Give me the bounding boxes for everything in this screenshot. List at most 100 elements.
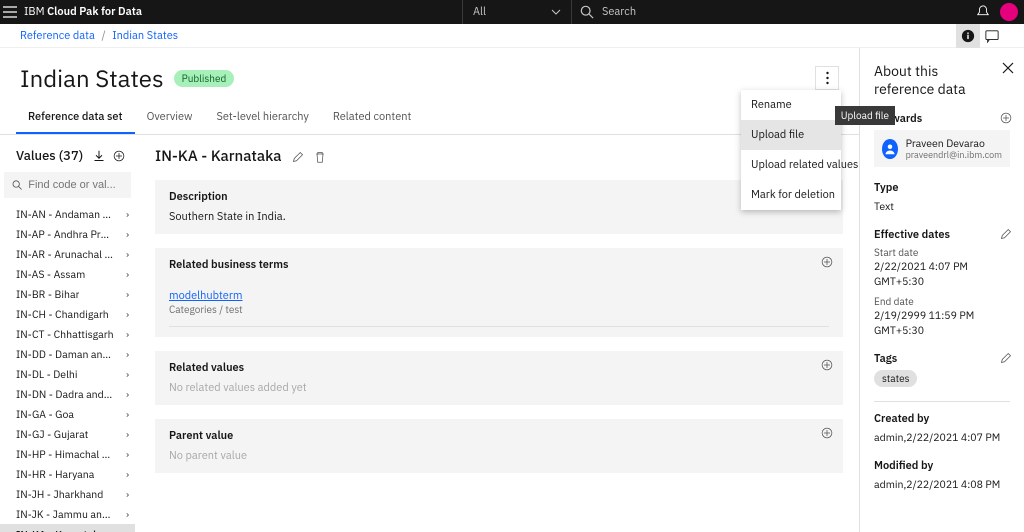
chevron-right-icon: › xyxy=(126,488,129,501)
global-search[interactable]: Search xyxy=(580,5,636,19)
tab-related-content[interactable]: Related content xyxy=(321,102,423,134)
menu-upload-file[interactable]: Upload file xyxy=(741,120,841,150)
chevron-right-icon: › xyxy=(126,368,129,381)
steward-name: Praveen Devarao xyxy=(906,136,1002,150)
chevron-right-icon: › xyxy=(126,288,129,301)
value-row[interactable]: IN-CT - Chhattisgarh › xyxy=(0,324,135,344)
value-row[interactable]: IN-AP - Andhra Prade... › xyxy=(0,224,135,244)
chevron-right-icon: › xyxy=(126,328,129,341)
type-label: Type xyxy=(874,181,1010,195)
overflow-menu-button[interactable] xyxy=(815,66,839,90)
value-row[interactable]: IN-GA - Goa› xyxy=(0,404,135,424)
effective-dates-label: Effective dates xyxy=(874,228,1010,242)
tab-overview[interactable]: Overview xyxy=(135,102,205,134)
notifications-icon[interactable] xyxy=(976,5,990,19)
delete-icon[interactable] xyxy=(314,151,326,163)
breadcrumb: Reference data / Indian States xyxy=(20,29,178,43)
breadcrumb-current[interactable]: Indian States xyxy=(112,29,178,43)
chevron-right-icon: › xyxy=(126,268,129,281)
value-row[interactable]: IN-GJ - Gujarat› xyxy=(0,424,135,444)
value-row-label: IN-CT - Chhattisgarh xyxy=(16,327,114,341)
type-value: Text xyxy=(874,199,894,213)
values-search[interactable] xyxy=(4,172,131,198)
related-terms-panel: Related business terms modelhubterm Cate… xyxy=(155,248,843,337)
breadcrumb-bar: Reference data / Indian States xyxy=(0,24,1024,48)
chevron-right-icon: › xyxy=(126,388,129,401)
value-row-label: IN-AR - Arunachal Pr... xyxy=(16,247,114,261)
value-row[interactable]: IN-HP - Himachal Pra... › xyxy=(0,444,135,464)
value-row[interactable]: IN-KA - Karnataka › xyxy=(0,524,135,532)
info-icon[interactable] xyxy=(956,24,980,48)
value-row-label: IN-KA - Karnataka xyxy=(16,527,105,532)
menu-icon[interactable] xyxy=(0,6,20,18)
chevron-right-icon: › xyxy=(126,408,129,421)
edit-icon[interactable] xyxy=(292,151,304,163)
chevron-right-icon: › xyxy=(126,528,129,532)
brand: IBM Cloud Pak for Data xyxy=(20,5,142,19)
value-row[interactable]: IN-HR - Haryana › xyxy=(0,464,135,484)
close-icon[interactable] xyxy=(1002,62,1014,74)
add-icon[interactable] xyxy=(821,359,833,371)
value-row-label: IN-HP - Himachal Pra... xyxy=(16,447,114,461)
tab-reference-data-set[interactable]: Reference data set xyxy=(16,102,135,134)
chevron-right-icon: › xyxy=(126,248,129,261)
value-row-label: IN-AP - Andhra Prade... xyxy=(16,227,114,241)
steward-email: praveendrl@in.ibm.com xyxy=(906,150,1002,161)
value-row[interactable]: IN-DD - Daman and Diu› xyxy=(0,344,135,364)
value-row[interactable]: IN-CH - Chandigarh› xyxy=(0,304,135,324)
values-list: IN-AN - Andaman an...›IN-AP - Andhra Pra… xyxy=(0,204,135,532)
end-date-label: End date xyxy=(874,295,1010,308)
related-values-label: Related values xyxy=(169,361,829,375)
add-icon[interactable] xyxy=(821,427,833,439)
modified-by-label: Modified by xyxy=(874,459,1010,473)
breadcrumb-root[interactable]: Reference data xyxy=(20,29,95,43)
created-by-value: admin,2/22/2021 4:07 PM xyxy=(874,430,1000,444)
menu-mark-deletion[interactable]: Mark for deletion xyxy=(741,180,841,210)
value-row-label: IN-CH - Chandigarh xyxy=(16,307,109,321)
start-date-label: Start date xyxy=(874,246,1010,259)
business-term-link[interactable]: modelhubterm xyxy=(169,289,242,303)
related-values-empty: No related values added yet xyxy=(169,381,829,395)
value-row[interactable]: IN-JK - Jammu and K... › xyxy=(0,504,135,524)
chevron-right-icon: › xyxy=(126,468,129,481)
chevron-right-icon: › xyxy=(126,228,129,241)
value-row[interactable]: IN-AR - Arunachal Pr... › xyxy=(0,244,135,264)
chevron-right-icon: › xyxy=(126,508,129,521)
menu-rename[interactable]: Rename xyxy=(741,90,841,120)
search-icon xyxy=(580,5,594,19)
chat-icon[interactable] xyxy=(980,24,1004,48)
user-avatar[interactable] xyxy=(1000,3,1018,21)
parent-value-empty: No parent value xyxy=(169,449,829,463)
edit-icon[interactable] xyxy=(1000,228,1012,240)
menu-upload-related[interactable]: Upload related values xyxy=(741,150,841,180)
value-row[interactable]: IN-BR - Bihar › xyxy=(0,284,135,304)
tag[interactable]: states xyxy=(874,370,917,387)
add-icon[interactable] xyxy=(1000,112,1012,124)
values-search-input[interactable] xyxy=(28,179,123,191)
download-icon[interactable] xyxy=(93,150,105,162)
steward-avatar-icon xyxy=(882,139,898,159)
chevron-down-icon xyxy=(551,9,561,15)
value-row-label: IN-AS - Assam xyxy=(16,267,85,281)
value-row[interactable]: IN-AS - Assam › xyxy=(0,264,135,284)
steward-card[interactable]: Praveen Devarao praveendrl@in.ibm.com xyxy=(874,130,1010,167)
created-by-label: Created by xyxy=(874,412,1010,426)
chevron-right-icon: › xyxy=(126,448,129,461)
tags-label: Tags xyxy=(874,352,1010,366)
value-row-label: IN-HR - Haryana xyxy=(16,467,94,481)
description-label: Description xyxy=(169,190,829,204)
scope-selector[interactable]: All xyxy=(462,0,572,24)
value-row-label: IN-JK - Jammu and K... xyxy=(16,507,114,521)
tab-set-level-hierarchy[interactable]: Set-level hierarchy xyxy=(204,102,320,134)
value-row[interactable]: IN-DN - Dadra and N...› xyxy=(0,384,135,404)
add-icon[interactable] xyxy=(821,256,833,268)
value-row[interactable]: IN-JH - Jharkhand› xyxy=(0,484,135,504)
add-icon[interactable] xyxy=(113,150,125,162)
edit-icon[interactable] xyxy=(1000,352,1012,364)
value-row[interactable]: IN-AN - Andaman an...› xyxy=(0,204,135,224)
parent-value-label: Parent value xyxy=(169,429,829,443)
related-values-panel: Related values No related values added y… xyxy=(155,351,843,405)
value-row[interactable]: IN-DL - Delhi› xyxy=(0,364,135,384)
value-row-label: IN-BR - Bihar xyxy=(16,287,79,301)
value-row-label: IN-DD - Daman and Diu xyxy=(16,347,114,361)
